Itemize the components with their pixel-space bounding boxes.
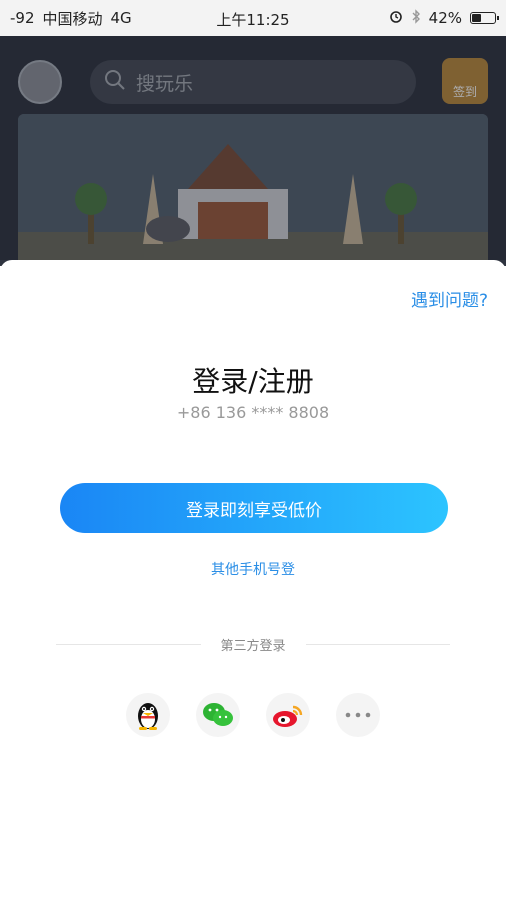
qq-icon[interactable] xyxy=(126,693,170,737)
status-bar: -92 中国移动 4G 上午11:25 42% xyxy=(0,0,506,36)
page-title: 登录/注册 xyxy=(192,365,314,398)
help-link[interactable]: 遇到问题? xyxy=(411,286,488,311)
divider-line-right xyxy=(305,643,451,645)
status-left: -92 中国移动 4G xyxy=(10,8,132,29)
one-click-login-button[interactable]: 登录即刻享受低价 xyxy=(60,483,448,533)
battery-fill xyxy=(472,14,481,22)
status-right: 42% xyxy=(389,8,499,28)
login-sheet: 遇到问题? 登录/注册 +86 136 **** 8808 登录即刻享受低价 其… xyxy=(0,260,506,900)
signal-strength: -92 xyxy=(10,9,35,27)
phone-number: +86 136 **** 8808 xyxy=(176,403,330,422)
third-party-divider: 第三方登录 xyxy=(56,634,451,654)
weibo-icon[interactable] xyxy=(266,693,310,737)
more-icon[interactable] xyxy=(336,693,380,737)
battery-percent: 42% xyxy=(428,9,462,27)
bluetooth-icon xyxy=(411,8,421,28)
alarm-icon xyxy=(389,9,403,27)
third-party-label: 第三方登录 xyxy=(220,638,286,654)
battery-icon xyxy=(470,12,499,24)
wechat-icon[interactable] xyxy=(196,693,240,737)
social-login-row xyxy=(0,693,506,737)
network-type: 4G xyxy=(110,9,132,27)
divider-line-left xyxy=(56,643,201,645)
modal-overlay[interactable] xyxy=(0,36,506,260)
other-phone-link[interactable]: 其他手机号登 xyxy=(0,559,506,579)
carrier-name: 中国移动 xyxy=(42,9,103,28)
